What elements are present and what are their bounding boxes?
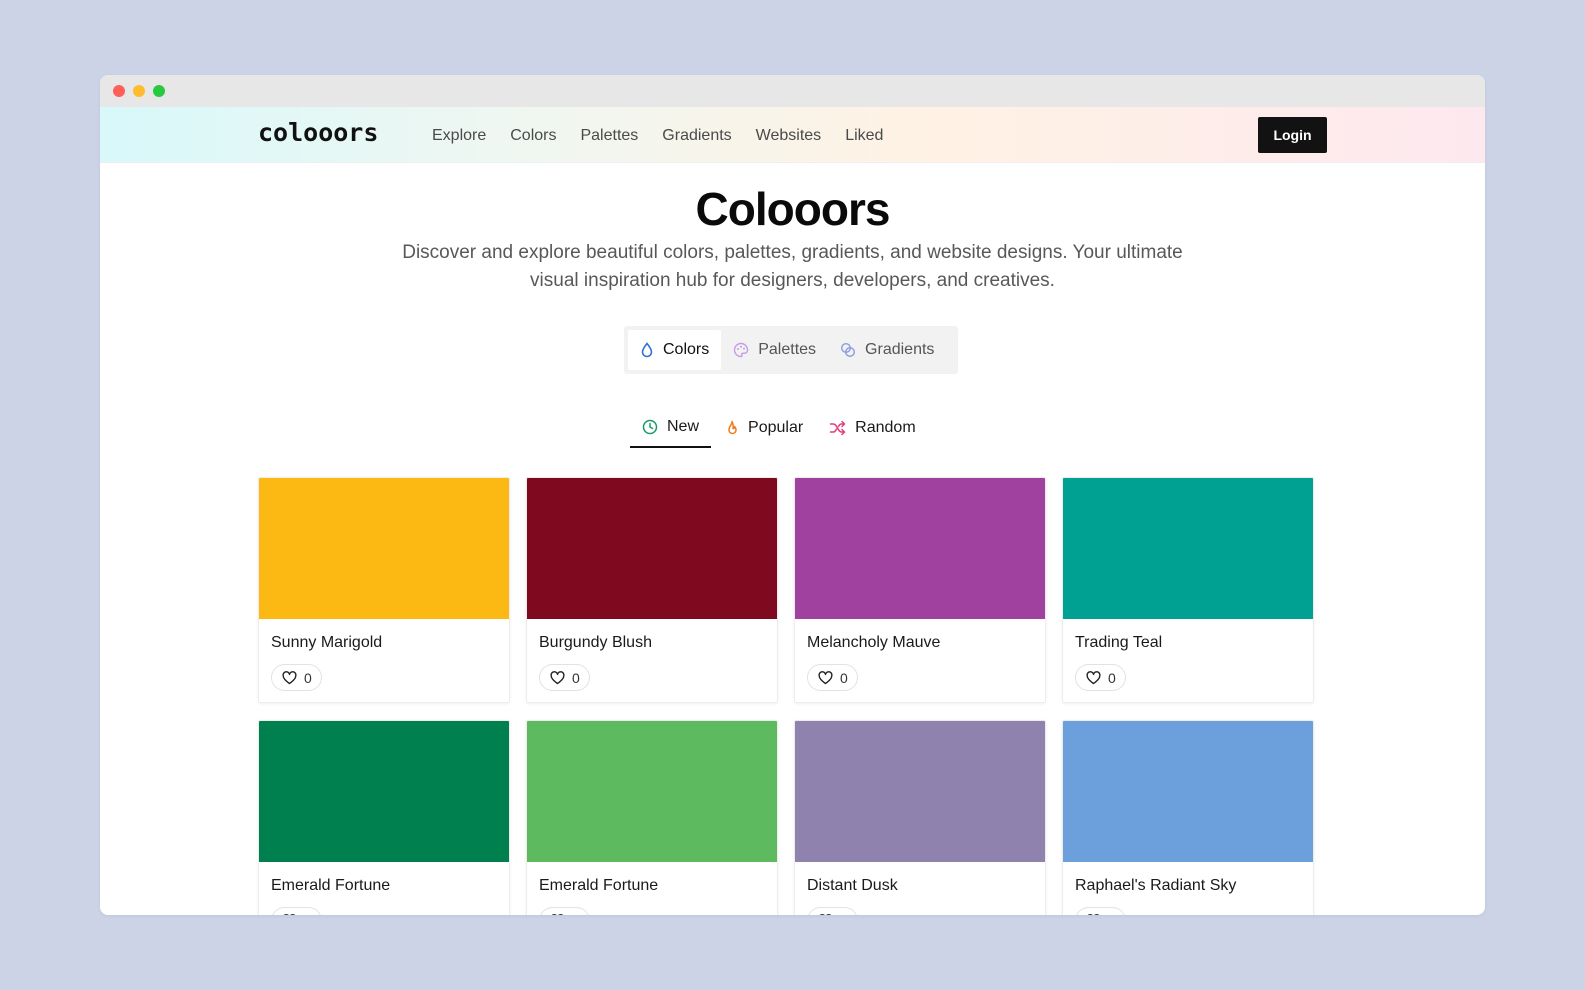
heart-icon — [818, 670, 833, 684]
sort-random[interactable]: Random — [817, 408, 927, 448]
like-count: 0 — [840, 913, 848, 916]
tab-gradients-label: Gradients — [865, 341, 935, 358]
like-button[interactable]: 0 — [271, 907, 322, 915]
color-swatch[interactable] — [795, 721, 1045, 862]
like-count: 0 — [1108, 913, 1116, 916]
like-button[interactable]: 0 — [271, 664, 322, 691]
palette-icon — [734, 342, 749, 358]
like-button[interactable]: 0 — [807, 907, 858, 915]
color-name: Trading Teal — [1075, 634, 1163, 651]
color-swatch[interactable] — [1063, 721, 1313, 862]
color-name: Burgundy Blush — [539, 634, 652, 651]
nav-link-websites[interactable]: Websites — [756, 127, 822, 145]
nav-links: Explore Colors Palettes Gradients Websit… — [432, 127, 907, 145]
color-name: Sunny Marigold — [271, 634, 383, 651]
clock-icon — [642, 419, 658, 435]
tab-colors[interactable]: Colors — [628, 330, 722, 370]
color-name: Raphael's Radiant Sky — [1075, 877, 1237, 894]
color-grid: Sunny Marigold 0 Burgundy Blush 0 Melanc… — [258, 477, 1314, 915]
heart-icon — [1086, 670, 1101, 684]
droplet-icon — [641, 342, 653, 358]
like-count: 0 — [840, 669, 848, 686]
color-swatch[interactable] — [259, 478, 509, 619]
nav-link-colors[interactable]: Colors — [510, 127, 556, 145]
like-button[interactable]: 0 — [807, 664, 858, 691]
color-card[interactable]: Emerald Fortune 0 — [526, 720, 778, 915]
sort-popular-label: Popular — [748, 419, 804, 436]
sort-popular[interactable]: Popular — [713, 408, 815, 448]
color-card[interactable]: Raphael's Radiant Sky 0 — [1062, 720, 1314, 915]
color-name: Distant Dusk — [807, 877, 898, 894]
subtitle-line-1: Discover and explore beautiful colors, p… — [402, 242, 1183, 263]
close-window-button[interactable] — [113, 85, 125, 97]
page-title: Colooors — [695, 183, 891, 235]
sort-new-label: New — [667, 418, 700, 435]
color-name: Melancholy Mauve — [807, 634, 941, 651]
like-count: 0 — [1108, 669, 1116, 686]
heart-icon — [819, 913, 832, 915]
color-name: Emerald Fortune — [539, 877, 659, 894]
color-name: Emerald Fortune — [271, 877, 391, 894]
like-count: 0 — [304, 669, 312, 686]
color-card[interactable]: Melancholy Mauve 0 — [794, 477, 1046, 703]
heart-icon — [550, 670, 565, 684]
nav-link-palettes[interactable]: Palettes — [580, 127, 638, 145]
color-swatch[interactable] — [795, 478, 1045, 619]
like-button[interactable]: 0 — [539, 664, 590, 691]
color-swatch[interactable] — [259, 721, 509, 862]
heart-icon — [283, 913, 296, 915]
tab-palettes-label: Palettes — [758, 341, 817, 358]
like-count: 0 — [572, 669, 580, 686]
color-card[interactable]: Trading Teal 0 — [1062, 477, 1314, 703]
color-swatch[interactable] — [1063, 478, 1313, 619]
tab-palettes[interactable]: Palettes — [721, 330, 828, 370]
nav-link-liked[interactable]: Liked — [845, 127, 883, 145]
sort-tabs: New Popular Random — [630, 408, 930, 448]
like-button[interactable]: 0 — [539, 907, 590, 915]
color-swatch[interactable] — [527, 721, 777, 862]
site-logo[interactable]: colooors — [258, 118, 378, 147]
sort-new[interactable]: New — [630, 408, 712, 448]
tab-colors-label: Colors — [663, 341, 710, 358]
minimize-window-button[interactable] — [133, 85, 145, 97]
content-type-switcher: Colors Palettes Gradients — [624, 326, 958, 374]
color-card[interactable]: Distant Dusk 0 — [794, 720, 1046, 915]
gradient-icon — [841, 342, 856, 358]
shuffle-icon — [829, 420, 846, 436]
heart-icon — [282, 670, 297, 684]
nav-link-gradients[interactable]: Gradients — [662, 127, 731, 145]
like-count: 0 — [572, 913, 580, 916]
color-card[interactable]: Burgundy Blush 0 — [526, 477, 778, 703]
window-titlebar — [100, 75, 1485, 107]
browser-window: colooors Explore Colors Palettes Gradien… — [100, 75, 1485, 915]
color-card[interactable]: Sunny Marigold 0 — [258, 477, 510, 703]
like-button[interactable]: 0 — [1075, 907, 1126, 915]
flame-icon — [728, 420, 737, 435]
login-button[interactable]: Login — [1258, 117, 1327, 153]
heart-icon — [1087, 913, 1100, 915]
like-button[interactable]: 0 — [1075, 664, 1126, 691]
subtitle-line-2: visual inspiration hub for designers, de… — [530, 270, 1055, 291]
tab-gradients[interactable]: Gradients — [828, 330, 946, 370]
top-navbar: colooors Explore Colors Palettes Gradien… — [100, 107, 1485, 163]
heart-icon — [551, 913, 564, 915]
color-card[interactable]: Emerald Fortune 0 — [258, 720, 510, 915]
like-count: 0 — [304, 913, 312, 916]
color-swatch[interactable] — [527, 478, 777, 619]
nav-link-explore[interactable]: Explore — [432, 127, 486, 145]
page-subtitle: Discover and explore beautiful colors, p… — [100, 239, 1485, 295]
sort-random-label: Random — [855, 419, 916, 436]
maximize-window-button[interactable] — [153, 85, 165, 97]
